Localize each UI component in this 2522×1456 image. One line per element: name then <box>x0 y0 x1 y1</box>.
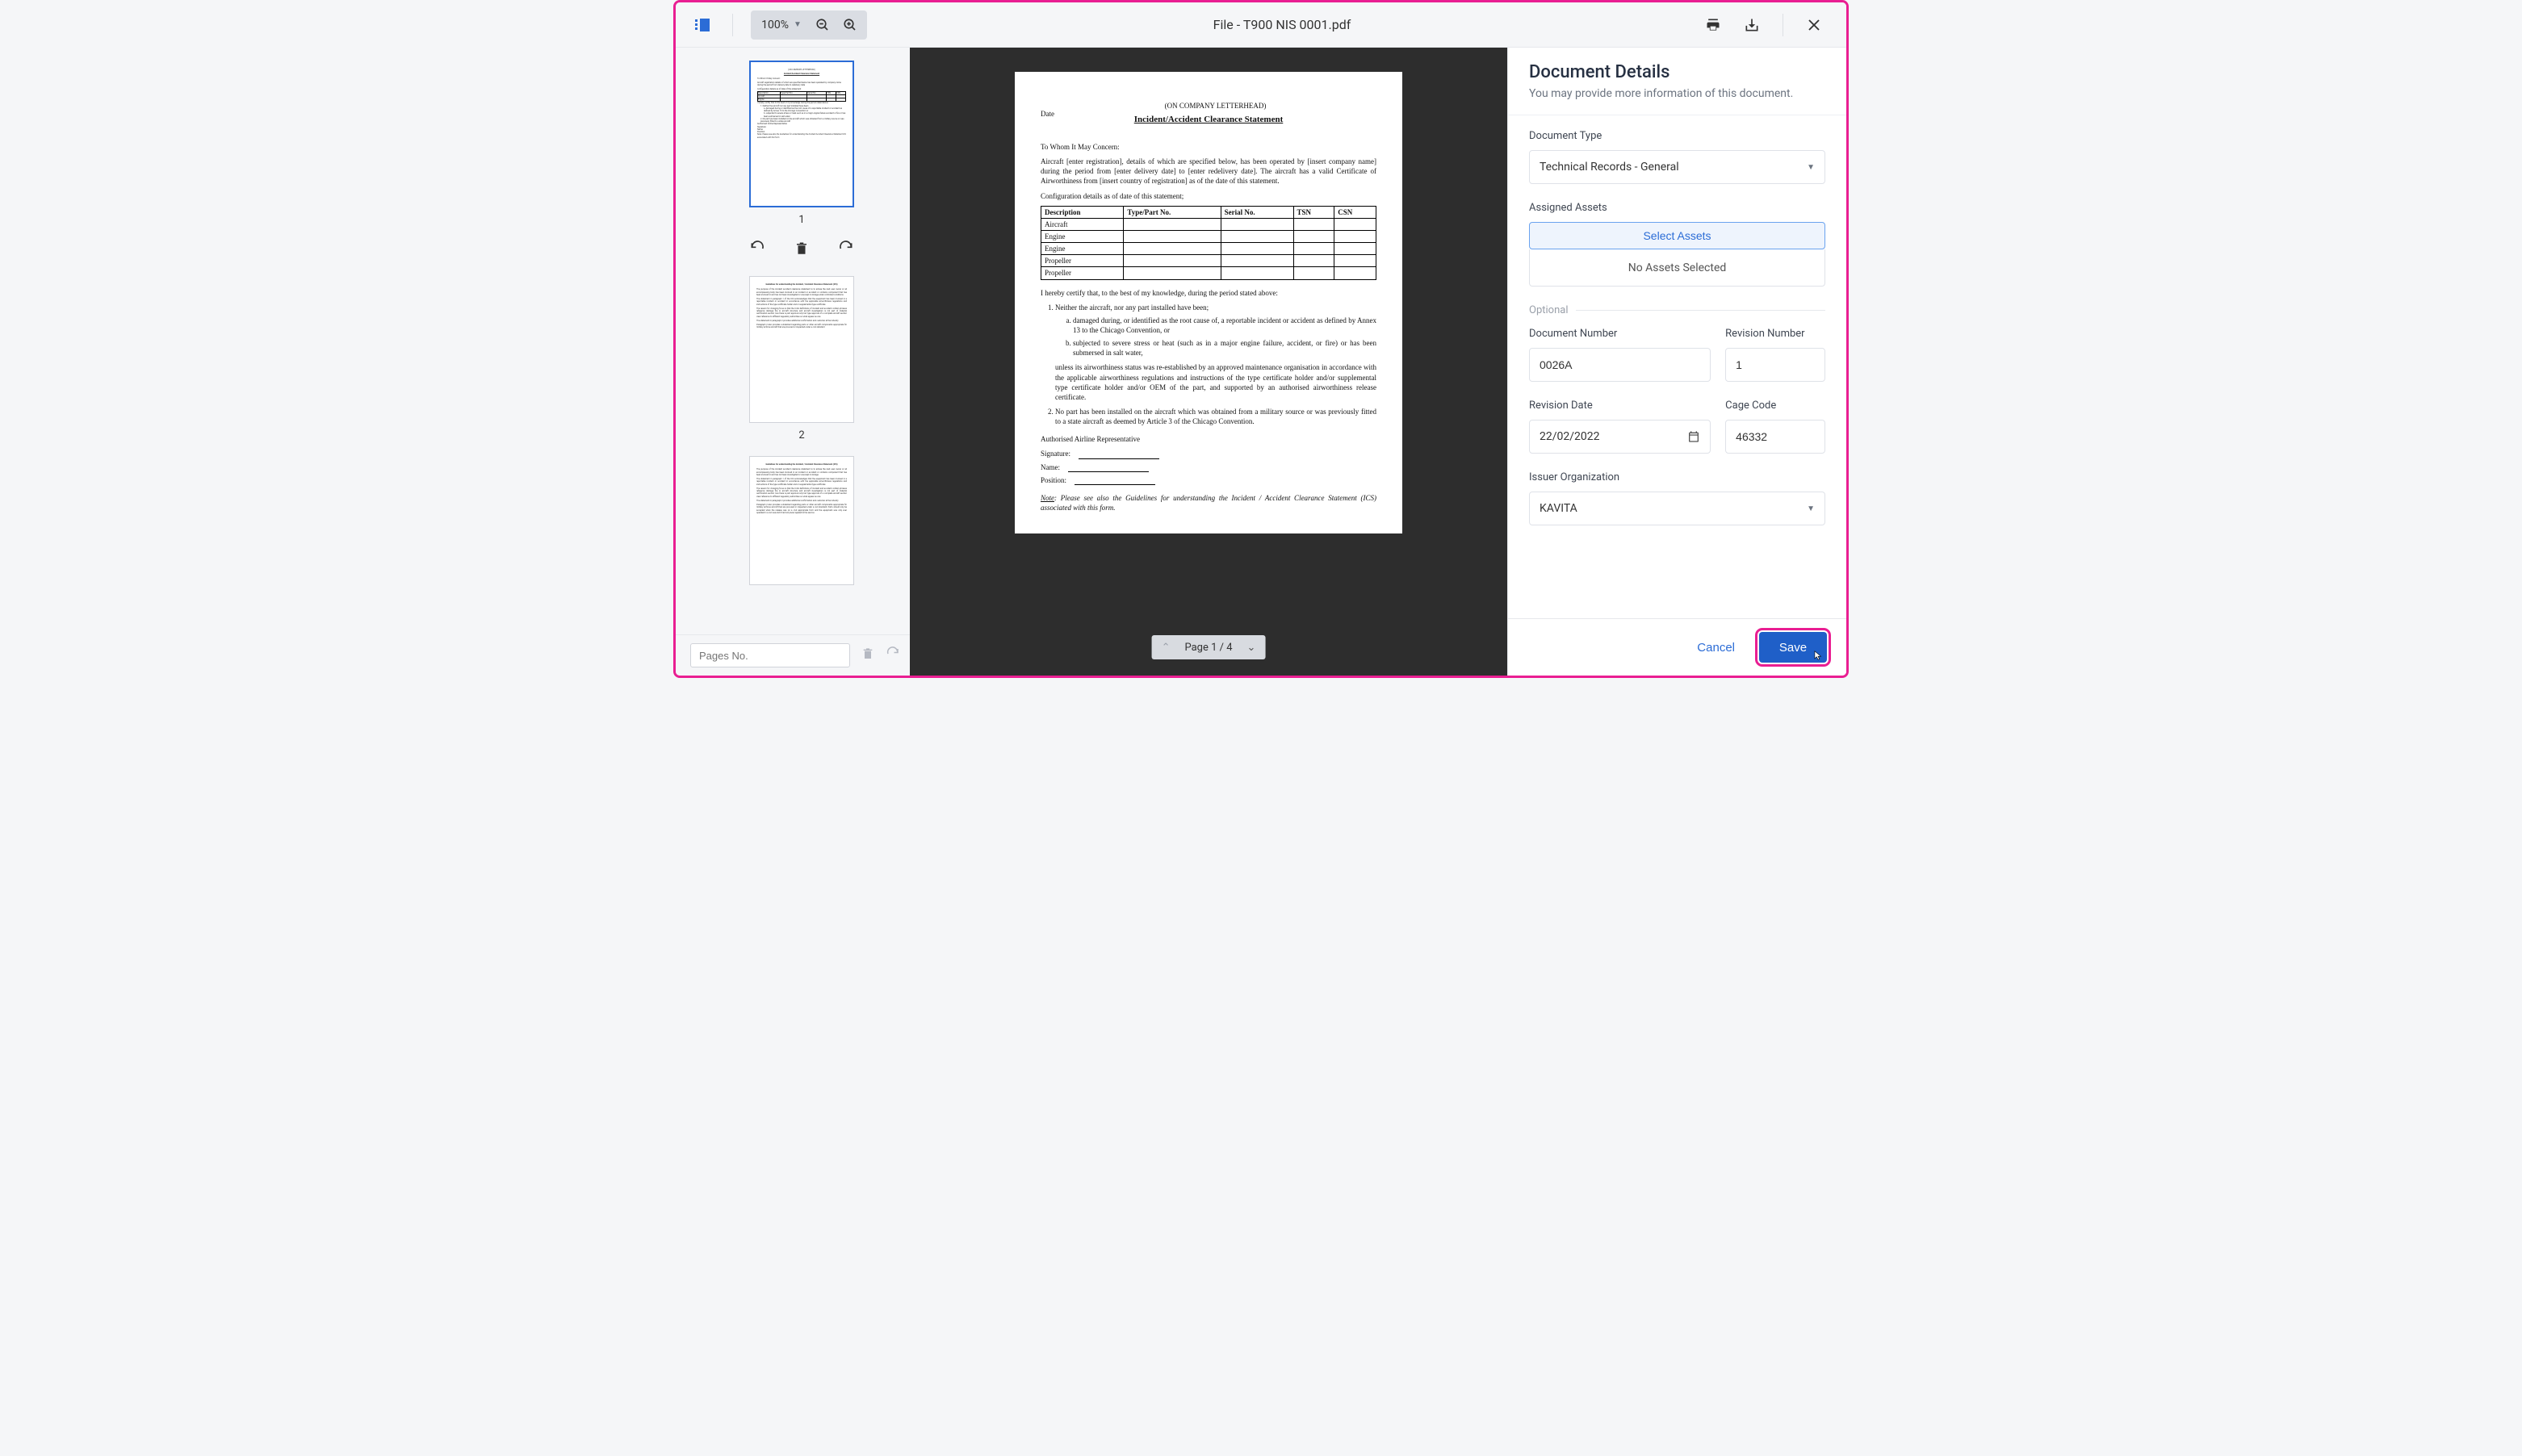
doc-letterhead: (ON COMPANY LETTERHEAD) <box>1041 101 1376 111</box>
rotate-icon[interactable] <box>886 646 900 664</box>
doc-config-line: Configuration details as of date of this… <box>1041 191 1376 201</box>
thumbnail-label: 2 <box>708 429 895 441</box>
thumbnail-footer <box>676 634 910 676</box>
doc-para: Aircraft [enter registration], details o… <box>1041 157 1376 186</box>
issuer-select[interactable]: KAVITA ▼ <box>1529 492 1825 525</box>
zoom-out-button[interactable] <box>811 13 835 37</box>
pager-label: Page 1 / 4 <box>1184 642 1232 654</box>
calendar-icon <box>1687 430 1700 443</box>
cage-code-label: Cage Code <box>1725 400 1825 412</box>
select-assets-button[interactable]: Select Assets <box>1529 222 1825 249</box>
rotate-left-button[interactable] <box>749 241 765 260</box>
save-button[interactable]: Save <box>1759 632 1827 663</box>
rev-number-input[interactable] <box>1725 348 1825 382</box>
rev-date-input[interactable]: 22/02/2022 <box>1529 420 1711 454</box>
rotate-right-button[interactable] <box>838 241 854 260</box>
cage-code-input[interactable] <box>1725 420 1825 454</box>
thumbnail-page-3[interactable]: Guidelines for understanding the Inciden… <box>749 456 854 585</box>
doc-type-select[interactable]: Technical Records - General ▼ <box>1529 150 1825 184</box>
details-footer: Cancel Save <box>1508 618 1846 676</box>
rev-date-label: Revision Date <box>1529 400 1711 412</box>
details-subtitle: You may provide more information of this… <box>1529 87 1825 100</box>
zoom-controls: 100% ▼ <box>751 10 867 40</box>
doc-type-value: Technical Records - General <box>1540 161 1679 174</box>
chevron-down-icon: ▼ <box>1807 504 1815 513</box>
pages-number-input[interactable] <box>690 643 850 667</box>
assets-empty-state: No Assets Selected <box>1529 249 1825 287</box>
chevron-down-icon: ▼ <box>1807 163 1815 172</box>
details-panel: Document Details You may provide more in… <box>1507 48 1846 676</box>
pdf-page: Date (ON COMPANY LETTERHEAD) Incident/Ac… <box>1015 72 1402 533</box>
divider <box>732 14 733 36</box>
file-title: File - T900 NIS 0001.pdf <box>867 17 1697 32</box>
page-navigator[interactable]: ⌃ Page 1 / 4 ⌄ <box>1152 635 1266 659</box>
details-title: Document Details <box>1529 62 1825 82</box>
assets-label: Assigned Assets <box>1529 202 1825 214</box>
thumbnail-toggle[interactable] <box>692 15 714 35</box>
doc-certify: I hereby certify that, to the best of my… <box>1041 288 1376 298</box>
issuer-value: KAVITA <box>1540 502 1577 515</box>
pdf-toolbar: 100% ▼ File - T900 NIS 0001.pdf <box>676 2 1846 48</box>
doc-type-label: Document Type <box>1529 130 1825 142</box>
zoom-value: 100% <box>761 19 789 31</box>
thumbnail-panel: (ON COMPANY LETTERHEAD) Incident/Acciden… <box>676 48 910 676</box>
thumbnail-actions <box>708 241 895 260</box>
main-area: (ON COMPANY LETTERHEAD) Incident/Acciden… <box>676 48 1846 676</box>
close-button[interactable] <box>1798 9 1830 41</box>
cursor-icon <box>1812 650 1824 661</box>
thumbnail-item[interactable]: Guidelines for understanding the Inciden… <box>708 456 895 585</box>
delete-page-button[interactable] <box>794 241 809 260</box>
print-button[interactable] <box>1697 9 1729 41</box>
rev-number-label: Revision Number <box>1725 328 1825 340</box>
chevron-down-icon[interactable]: ⌄ <box>1247 642 1256 654</box>
cancel-button[interactable]: Cancel <box>1689 634 1743 661</box>
pdf-viewer: Date (ON COMPANY LETTERHEAD) Incident/Ac… <box>910 48 1507 676</box>
doc-title: Incident/Accident Clearance Statement <box>1041 114 1376 126</box>
issuer-label: Issuer Organization <box>1529 471 1825 483</box>
thumbnail-page-2[interactable]: Guidelines for understanding the Inciden… <box>749 276 854 423</box>
thumbnail-page-1[interactable]: (ON COMPANY LETTERHEAD) Incident/Acciden… <box>749 61 854 207</box>
optional-divider: Optional <box>1529 304 1825 316</box>
thumbnail-label: 1 <box>708 214 895 226</box>
zoom-select[interactable]: 100% ▼ <box>756 19 807 31</box>
thumbnail-item[interactable]: Guidelines for understanding the Inciden… <box>708 276 895 441</box>
doc-number-input[interactable] <box>1529 348 1711 382</box>
config-table: Description Type/Part No. Serial No. TSN… <box>1041 206 1376 280</box>
app-window: 100% ▼ File - T900 NIS 0001.pdf <box>673 0 1849 678</box>
download-button[interactable] <box>1736 9 1768 41</box>
rep-heading: Authorised Airline Representative <box>1041 434 1376 444</box>
doc-number-label: Document Number <box>1529 328 1711 340</box>
details-header: Document Details You may provide more in… <box>1508 48 1846 115</box>
doc-date-label: Date <box>1041 109 1054 119</box>
chevron-up-icon[interactable]: ⌃ <box>1162 642 1171 654</box>
zoom-in-button[interactable] <box>838 13 862 37</box>
delete-icon[interactable] <box>861 646 874 664</box>
chevron-down-icon: ▼ <box>794 20 802 29</box>
thumbnail-item[interactable]: (ON COMPANY LETTERHEAD) Incident/Acciden… <box>708 61 895 226</box>
doc-salutation: To Whom It May Concern: <box>1041 142 1376 152</box>
